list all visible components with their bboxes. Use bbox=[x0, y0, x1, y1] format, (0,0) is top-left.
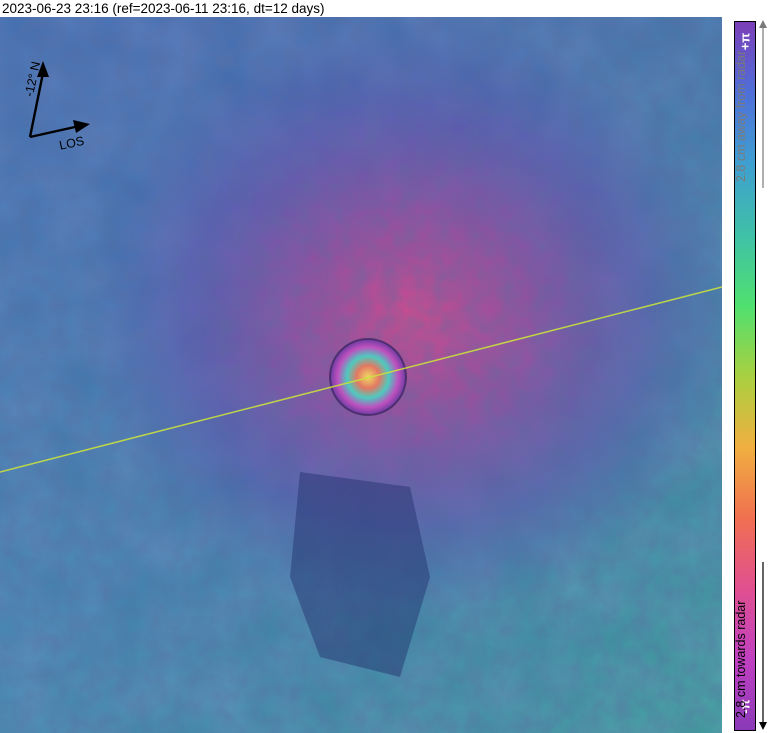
interferogram-map: -12° N LOS bbox=[0, 17, 722, 733]
towards-arrow-icon bbox=[759, 562, 767, 730]
away-arrow-icon bbox=[759, 20, 767, 188]
image-title: 2023-06-23 23:16 (ref=2023-06-11 23:16, … bbox=[2, 1, 325, 16]
towards-radar-label: 2.8 cm towards radar bbox=[734, 600, 748, 718]
los-arrow-icon bbox=[73, 120, 90, 133]
away-from-radar-label: 2.8 cm away from radar bbox=[734, 50, 748, 182]
